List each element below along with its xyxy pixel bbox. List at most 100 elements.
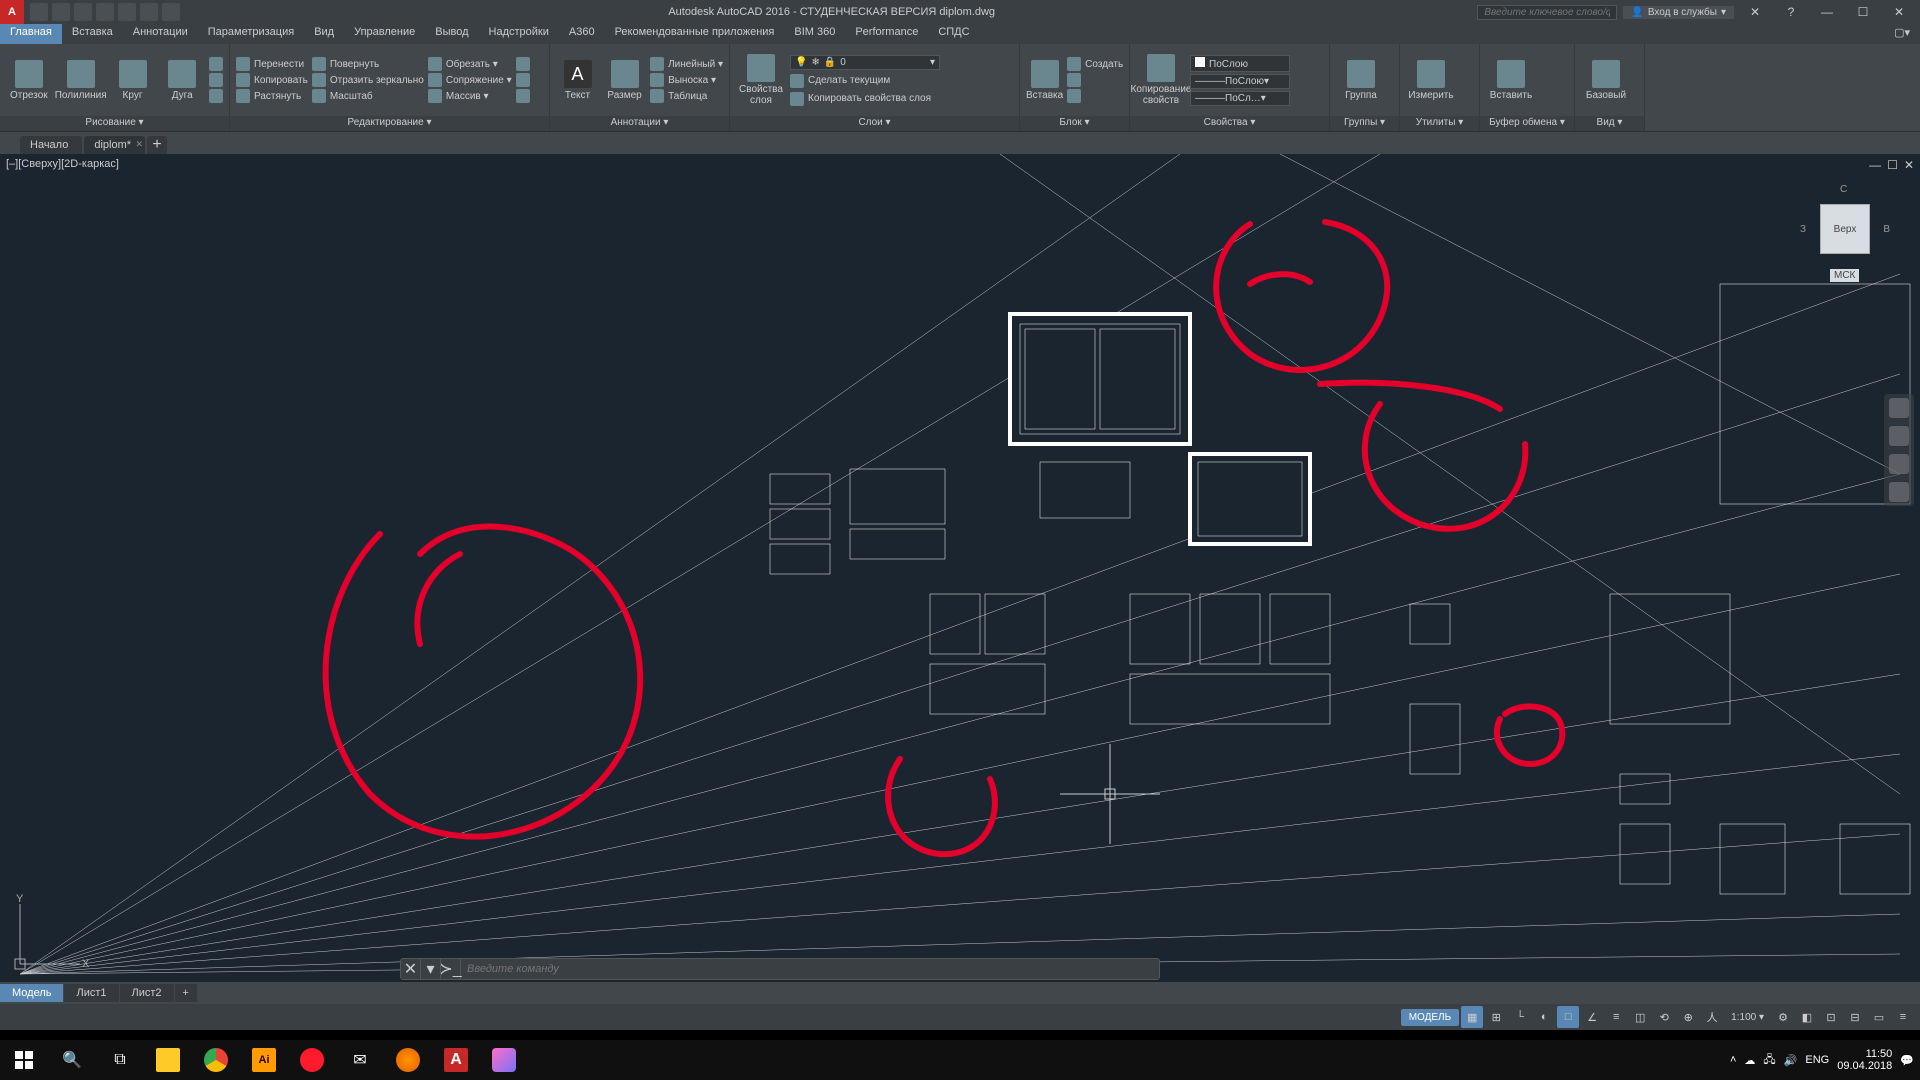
- opera-icon[interactable]: [288, 1040, 336, 1080]
- close-button[interactable]: ✕: [1884, 2, 1914, 22]
- panel-utilities-title[interactable]: Утилиты ▾: [1400, 116, 1479, 131]
- status-hardware-icon[interactable]: ⊟: [1844, 1006, 1866, 1028]
- tray-language[interactable]: ENG: [1805, 1054, 1829, 1066]
- arc-button[interactable]: Дуга: [159, 60, 205, 101]
- paste-button[interactable]: Вставить: [1486, 60, 1536, 101]
- status-snap-icon[interactable]: ⊞: [1485, 1006, 1507, 1028]
- create-block-button[interactable]: Создать: [1067, 57, 1123, 71]
- tab-performance[interactable]: Performance: [845, 24, 928, 44]
- tab-spds[interactable]: СПДС: [928, 24, 979, 44]
- qat-undo-icon[interactable]: [140, 3, 158, 21]
- panel-modify-title[interactable]: Редактирование ▾: [230, 116, 549, 131]
- paint3d-icon[interactable]: [480, 1040, 528, 1080]
- close-tab-icon[interactable]: ✕: [135, 139, 143, 150]
- status-annomon-icon[interactable]: ⊕: [1677, 1006, 1699, 1028]
- table-button[interactable]: Таблица: [650, 89, 723, 103]
- group-button[interactable]: Группа: [1336, 60, 1386, 101]
- cmd-recent-icon[interactable]: ▾: [421, 959, 441, 979]
- modify-extra-2[interactable]: [516, 73, 530, 87]
- tab-manage[interactable]: Управление: [344, 24, 425, 44]
- exchange-icon[interactable]: ✕: [1740, 2, 1770, 22]
- layer-combo[interactable]: 💡❄🔒0▾: [790, 55, 940, 70]
- status-grid-icon[interactable]: ▦: [1461, 1006, 1483, 1028]
- panel-draw-title[interactable]: Рисование ▾: [0, 116, 229, 131]
- tray-clock[interactable]: 11:5009.04.2018: [1837, 1048, 1892, 1072]
- nav-orbit-icon[interactable]: [1889, 482, 1909, 502]
- tab-view[interactable]: Вид: [304, 24, 344, 44]
- move-button[interactable]: Перенести: [236, 57, 308, 71]
- qat-plot-icon[interactable]: [118, 3, 136, 21]
- panel-annotation-title[interactable]: Аннотации ▾: [550, 116, 729, 131]
- status-transparency-icon[interactable]: ◫: [1629, 1006, 1651, 1028]
- drawing-canvas[interactable]: [–][Сверху][2D-каркас] — ☐ ✕: [0, 154, 1920, 1004]
- tray-cloud-icon[interactable]: ☁: [1744, 1054, 1755, 1067]
- panel-block-title[interactable]: Блок ▾: [1020, 116, 1129, 131]
- tab-bim360[interactable]: BIM 360: [784, 24, 845, 44]
- status-scale[interactable]: 1:100 ▾: [1725, 1012, 1770, 1023]
- status-otrack-icon[interactable]: ∠: [1581, 1006, 1603, 1028]
- edit-block-button[interactable]: [1067, 73, 1123, 87]
- tray-notifications-icon[interactable]: 💬: [1900, 1054, 1914, 1067]
- tab-output[interactable]: Вывод: [425, 24, 478, 44]
- explorer-icon[interactable]: [144, 1040, 192, 1080]
- command-input[interactable]: [461, 963, 1159, 975]
- panel-view-title[interactable]: Вид ▾: [1575, 116, 1644, 131]
- text-button[interactable]: AТекст: [556, 60, 599, 101]
- viewcube-face[interactable]: Верх: [1820, 204, 1870, 254]
- cmd-close-icon[interactable]: ✕: [401, 959, 421, 979]
- file-tab-start[interactable]: Начало: [20, 136, 82, 154]
- line-button[interactable]: Отрезок: [6, 60, 52, 101]
- modify-extra-3[interactable]: [516, 89, 530, 103]
- tab-addins[interactable]: Надстройки: [479, 24, 559, 44]
- firefox-icon[interactable]: [384, 1040, 432, 1080]
- status-ws-icon[interactable]: ◧: [1796, 1006, 1818, 1028]
- modify-extra-1[interactable]: [516, 57, 530, 71]
- ribbon-collapse-icon[interactable]: ▢▾: [1884, 24, 1920, 44]
- qat-save-icon[interactable]: [74, 3, 92, 21]
- qat-redo-icon[interactable]: [162, 3, 180, 21]
- base-view-button[interactable]: Базовый: [1581, 60, 1631, 101]
- taskview-icon[interactable]: ⧉: [96, 1040, 144, 1080]
- panel-properties-title[interactable]: Свойства ▾: [1130, 116, 1329, 131]
- status-isolate-icon[interactable]: ⊡: [1820, 1006, 1842, 1028]
- illustrator-icon[interactable]: Ai: [240, 1040, 288, 1080]
- mail-icon[interactable]: ✉: [336, 1040, 384, 1080]
- copy-layer-props-button[interactable]: Копировать свойства слоя: [790, 92, 940, 106]
- stretch-button[interactable]: Растянуть: [236, 89, 308, 103]
- tab-parametric[interactable]: Параметризация: [198, 24, 304, 44]
- status-cycling-icon[interactable]: ⟲: [1653, 1006, 1675, 1028]
- nav-pan-icon[interactable]: [1889, 426, 1909, 446]
- status-annoscale-icon[interactable]: 人: [1701, 1006, 1723, 1028]
- panel-groups-title[interactable]: Группы ▾: [1330, 116, 1399, 131]
- status-gear-icon[interactable]: ⚙: [1772, 1006, 1794, 1028]
- status-model-button[interactable]: МОДЕЛЬ: [1401, 1009, 1459, 1026]
- rotate-button[interactable]: Повернуть: [312, 57, 424, 71]
- draw-extra-3[interactable]: [209, 89, 223, 103]
- minimize-button[interactable]: —: [1812, 2, 1842, 22]
- copy-button[interactable]: Копировать: [236, 73, 308, 87]
- status-osnap-icon[interactable]: □: [1557, 1006, 1579, 1028]
- signin-button[interactable]: 👤Вход в службы▾: [1623, 6, 1734, 19]
- status-cleanscreen-icon[interactable]: ▭: [1868, 1006, 1890, 1028]
- maximize-button[interactable]: ☐: [1848, 2, 1878, 22]
- tab-a360[interactable]: A360: [559, 24, 605, 44]
- tray-volume-icon[interactable]: 🔊: [1784, 1054, 1798, 1067]
- measure-button[interactable]: Измерить: [1406, 60, 1456, 101]
- help-icon[interactable]: ?: [1776, 2, 1806, 22]
- lineweight-combo[interactable]: ———ПоСлою▾: [1190, 74, 1290, 89]
- draw-extra-1[interactable]: [209, 57, 223, 71]
- search-icon[interactable]: 🔍: [48, 1040, 96, 1080]
- insert-block-button[interactable]: Вставка: [1026, 60, 1063, 101]
- tab-featured[interactable]: Рекомендованные приложения: [605, 24, 785, 44]
- fillet-button[interactable]: Сопряжение ▾: [428, 73, 512, 87]
- layout-tab-sheet2[interactable]: Лист2: [120, 984, 174, 1002]
- layout-add-button[interactable]: +: [175, 984, 197, 1002]
- polyline-button[interactable]: Полилиния: [56, 60, 106, 101]
- nav-wheel-icon[interactable]: [1889, 398, 1909, 418]
- tab-annotate[interactable]: Аннотации: [123, 24, 198, 44]
- qat-open-icon[interactable]: [52, 3, 70, 21]
- dimension-button[interactable]: Размер: [603, 60, 646, 101]
- draw-extra-2[interactable]: [209, 73, 223, 87]
- start-button[interactable]: [0, 1040, 48, 1080]
- help-search-input[interactable]: [1477, 5, 1617, 20]
